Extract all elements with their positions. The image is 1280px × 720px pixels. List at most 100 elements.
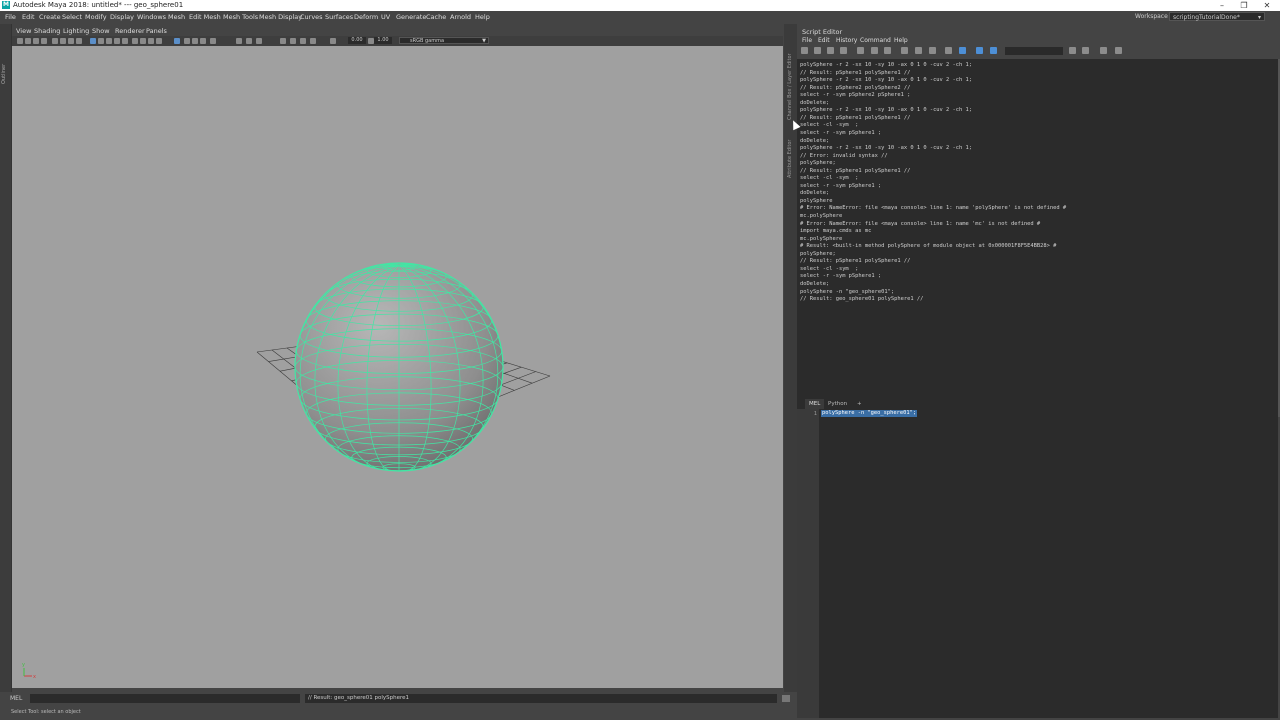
film-gate-icon[interactable] <box>60 38 66 44</box>
se-menu-file[interactable]: File <box>802 37 812 45</box>
use-all-lights-icon[interactable] <box>132 38 138 44</box>
script-search-input[interactable] <box>1005 47 1063 55</box>
line-numbers-icon[interactable] <box>959 47 966 54</box>
echo-commands-icon[interactable] <box>945 47 952 54</box>
wireframe-icon[interactable] <box>90 38 96 44</box>
tab-mel[interactable]: MEL <box>805 399 825 409</box>
motion-blur-icon[interactable] <box>192 38 198 44</box>
viewport-menu-show[interactable]: Show <box>92 26 110 36</box>
smooth-shade-icon[interactable] <box>98 38 104 44</box>
go-to-line-icon[interactable] <box>1100 47 1107 54</box>
menu-edit-mesh[interactable]: Edit Mesh <box>189 12 221 22</box>
save-to-shelf-icon[interactable] <box>840 47 847 54</box>
frame-all-icon[interactable] <box>290 38 296 44</box>
wireframe-on-shaded-icon[interactable] <box>114 38 120 44</box>
execute-all-icon[interactable] <box>976 47 983 54</box>
source-script-icon[interactable] <box>814 47 821 54</box>
menu-mesh-tools[interactable]: Mesh Tools <box>223 12 258 22</box>
image-plane-icon[interactable] <box>41 38 47 44</box>
viewport-menu-panels[interactable]: Panels <box>146 26 167 36</box>
search-icon[interactable] <box>1069 47 1076 54</box>
script-editor-icon[interactable] <box>782 695 790 702</box>
show-history-icon[interactable] <box>901 47 908 54</box>
isolate-select-icon[interactable] <box>174 38 180 44</box>
command-input[interactable] <box>30 694 300 703</box>
workspace-select[interactable]: scriptingTutorialDone* ▾ <box>1169 12 1265 21</box>
bookmark-icon[interactable] <box>33 38 39 44</box>
camera-select-icon[interactable] <box>17 38 23 44</box>
xray-joints-icon[interactable] <box>156 38 162 44</box>
clear-history-icon[interactable] <box>857 47 864 54</box>
select-camera-icon[interactable] <box>280 38 286 44</box>
ground-plane-icon[interactable] <box>256 38 262 44</box>
anti-aliasing-icon[interactable] <box>200 38 206 44</box>
viewport-menu-view[interactable]: View <box>16 26 31 36</box>
menu-surfaces[interactable]: Surfaces <box>325 12 353 22</box>
exposure-icon[interactable] <box>330 38 336 44</box>
save-script-icon[interactable] <box>827 47 834 54</box>
menu-select[interactable]: Select <box>62 12 82 22</box>
show-input-icon[interactable] <box>915 47 922 54</box>
xray-icon[interactable] <box>148 38 154 44</box>
search-replace-icon[interactable] <box>1082 47 1089 54</box>
close-button[interactable]: ✕ <box>1256 0 1278 11</box>
colorspace-select[interactable]: sRGB gamma ▼ <box>399 37 489 44</box>
viewport-menu-renderer[interactable]: Renderer <box>115 26 145 36</box>
history-line: doDelete; <box>800 280 830 287</box>
menu-curves[interactable]: Curves <box>300 12 323 22</box>
se-menu-history[interactable]: History <box>836 37 857 45</box>
perspective-viewport[interactable]: xy <box>12 46 783 688</box>
depth-of-field-icon[interactable] <box>210 38 216 44</box>
menu-mesh-display[interactable]: Mesh Display <box>259 12 302 22</box>
default-material-icon[interactable] <box>106 38 112 44</box>
clear-input-icon[interactable] <box>871 47 878 54</box>
viewport-menu-lighting[interactable]: Lighting <box>63 26 89 36</box>
textured-icon[interactable] <box>122 38 128 44</box>
restore-button[interactable]: ❐ <box>1233 0 1255 11</box>
tab-python[interactable]: Python <box>824 399 851 409</box>
menu-generate[interactable]: Generate <box>396 12 426 22</box>
menu-deform[interactable]: Deform <box>354 12 378 22</box>
script-input-area[interactable]: polySphere -n "geo_sphere01"; <box>819 409 1278 718</box>
se-menu-help[interactable]: Help <box>894 37 908 45</box>
viewport-menu-shading[interactable]: Shading <box>34 26 60 36</box>
exposure-field[interactable]: 0.00 <box>348 37 366 44</box>
add-tab-button[interactable]: + <box>853 399 866 409</box>
show-both-icon[interactable] <box>929 47 936 54</box>
script-history-panel[interactable]: polySphere -r 2 -sx 10 -sy 10 -ax 0 1 0 … <box>797 59 1278 417</box>
screen-space-ao-icon[interactable] <box>184 38 190 44</box>
grid-icon[interactable] <box>52 38 58 44</box>
menu-windows[interactable]: Windows <box>137 12 166 22</box>
frame-selection-icon[interactable] <box>300 38 306 44</box>
se-menu-command[interactable]: Command <box>860 37 891 45</box>
attribute-editor-tab[interactable]: Attribute Editor <box>787 128 795 178</box>
clear-all-icon[interactable] <box>884 47 891 54</box>
menu-file[interactable]: File <box>5 12 16 22</box>
menu-cache[interactable]: Cache <box>426 12 446 22</box>
menu-modify[interactable]: Modify <box>85 12 107 22</box>
history-line: # Error: NameError: file <maya console> … <box>800 205 1067 212</box>
minimize-button[interactable]: – <box>1211 0 1233 11</box>
menu-create[interactable]: Create <box>39 12 61 22</box>
outliner-tab[interactable]: Outliner <box>1 54 9 84</box>
menu-uv[interactable]: UV <box>381 12 390 22</box>
shadows-icon[interactable] <box>140 38 146 44</box>
headsup-display-icon[interactable] <box>236 38 242 44</box>
execute-icon[interactable] <box>990 47 997 54</box>
menu-display[interactable]: Display <box>110 12 134 22</box>
open-script-icon[interactable] <box>801 47 808 54</box>
gamma-field[interactable]: 1.00 <box>374 37 392 44</box>
pan-zoom-icon[interactable] <box>310 38 316 44</box>
command-language-toggle[interactable]: MEL <box>10 694 22 703</box>
menu-mesh[interactable]: Mesh <box>168 12 185 22</box>
gate-mask-icon[interactable] <box>76 38 82 44</box>
menu-arnold[interactable]: Arnold <box>450 12 471 22</box>
se-menu-edit[interactable]: Edit <box>818 37 830 45</box>
menu-help[interactable]: Help <box>475 12 490 22</box>
menu-edit[interactable]: Edit <box>22 12 35 22</box>
resolution-gate-icon[interactable] <box>68 38 74 44</box>
manipulator-icon[interactable] <box>246 38 252 44</box>
camera-attributes-icon[interactable] <box>25 38 31 44</box>
indent-icon[interactable] <box>1115 47 1122 54</box>
channel-box-tab[interactable]: Channel Box / Layer Editor <box>787 30 795 120</box>
